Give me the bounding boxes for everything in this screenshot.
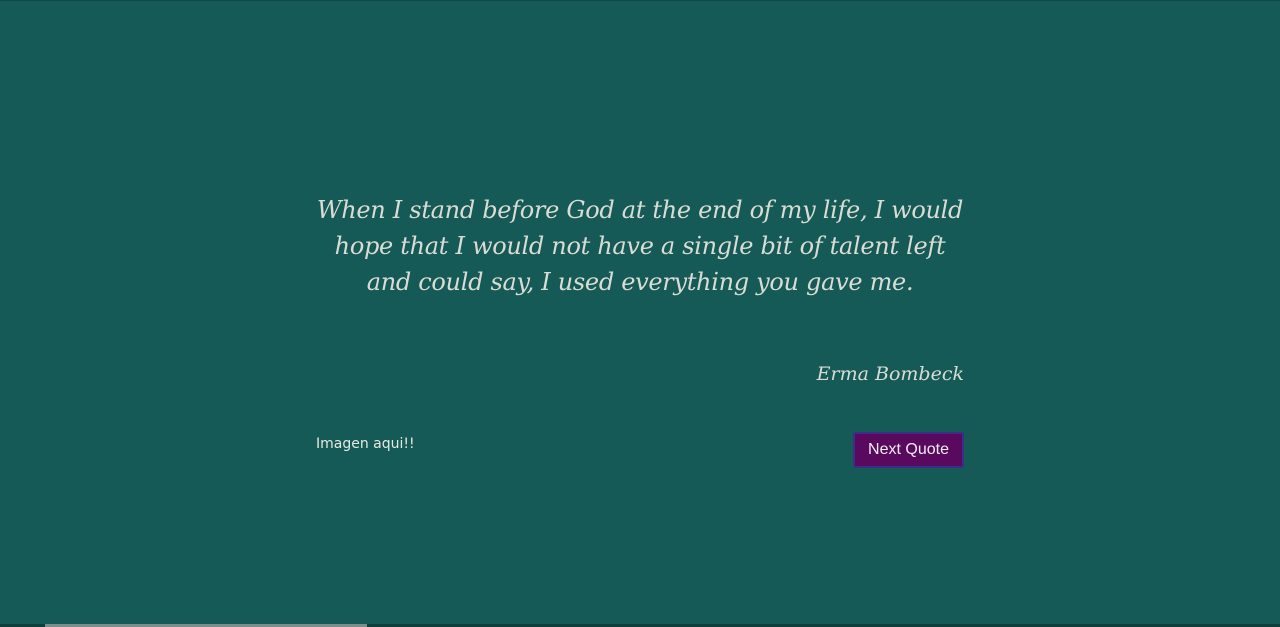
image-placeholder: Imagen aqui!! bbox=[316, 436, 415, 452]
quote-text: When I stand before God at the end of my… bbox=[316, 196, 964, 296]
quote-author: Erma Bombeck bbox=[816, 363, 964, 385]
next-quote-button[interactable]: Next Quote bbox=[853, 432, 964, 468]
quote-box: When I stand before God at the end of my… bbox=[316, 0, 964, 627]
